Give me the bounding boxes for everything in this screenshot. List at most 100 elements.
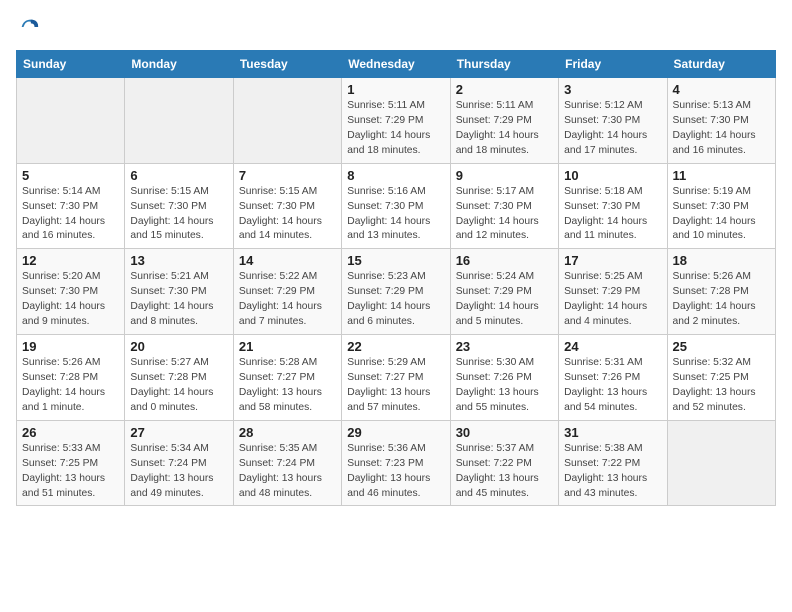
day-info: Sunrise: 5:28 AM Sunset: 7:27 PM Dayligh… xyxy=(239,356,336,416)
day-number: 6 xyxy=(130,168,227,183)
day-number: 8 xyxy=(347,168,444,183)
calendar-cell: 19 Sunrise: 5:26 AM Sunset: 7:28 PM Dayli… xyxy=(17,335,125,421)
day-number: 19 xyxy=(22,339,119,354)
col-header-tuesday: Tuesday xyxy=(233,51,341,78)
day-info: Sunrise: 5:13 AM Sunset: 7:30 PM Dayligh… xyxy=(673,99,770,159)
day-number: 17 xyxy=(564,253,661,268)
day-number: 20 xyxy=(130,339,227,354)
calendar-cell: 27 Sunrise: 5:34 AM Sunset: 7:24 PM Dayli… xyxy=(125,420,233,506)
day-number: 1 xyxy=(347,82,444,97)
day-number: 24 xyxy=(564,339,661,354)
col-header-saturday: Saturday xyxy=(667,51,775,78)
calendar-cell: 9 Sunrise: 5:17 AM Sunset: 7:30 PM Daylig… xyxy=(450,163,558,249)
day-info: Sunrise: 5:15 AM Sunset: 7:30 PM Dayligh… xyxy=(239,185,336,245)
day-info: Sunrise: 5:21 AM Sunset: 7:30 PM Dayligh… xyxy=(130,270,227,330)
day-number: 27 xyxy=(130,425,227,440)
calendar-cell: 10 Sunrise: 5:18 AM Sunset: 7:30 PM Dayli… xyxy=(559,163,667,249)
day-info: Sunrise: 5:29 AM Sunset: 7:27 PM Dayligh… xyxy=(347,356,444,416)
day-info: Sunrise: 5:22 AM Sunset: 7:29 PM Dayligh… xyxy=(239,270,336,330)
day-info: Sunrise: 5:34 AM Sunset: 7:24 PM Dayligh… xyxy=(130,442,227,502)
calendar-table: SundayMondayTuesdayWednesdayThursdayFrid… xyxy=(16,50,776,506)
day-info: Sunrise: 5:33 AM Sunset: 7:25 PM Dayligh… xyxy=(22,442,119,502)
calendar-week-4: 19 Sunrise: 5:26 AM Sunset: 7:28 PM Dayli… xyxy=(17,335,776,421)
col-header-thursday: Thursday xyxy=(450,51,558,78)
page-header xyxy=(16,16,776,38)
day-info: Sunrise: 5:15 AM Sunset: 7:30 PM Dayligh… xyxy=(130,185,227,245)
day-info: Sunrise: 5:20 AM Sunset: 7:30 PM Dayligh… xyxy=(22,270,119,330)
calendar-week-5: 26 Sunrise: 5:33 AM Sunset: 7:25 PM Dayli… xyxy=(17,420,776,506)
day-number: 25 xyxy=(673,339,770,354)
logo-icon xyxy=(18,16,40,38)
col-header-monday: Monday xyxy=(125,51,233,78)
calendar-week-3: 12 Sunrise: 5:20 AM Sunset: 7:30 PM Dayli… xyxy=(17,249,776,335)
day-number: 23 xyxy=(456,339,553,354)
calendar-cell: 11 Sunrise: 5:19 AM Sunset: 7:30 PM Dayli… xyxy=(667,163,775,249)
day-number: 30 xyxy=(456,425,553,440)
day-number: 7 xyxy=(239,168,336,183)
day-number: 11 xyxy=(673,168,770,183)
day-number: 21 xyxy=(239,339,336,354)
calendar-cell: 6 Sunrise: 5:15 AM Sunset: 7:30 PM Daylig… xyxy=(125,163,233,249)
day-info: Sunrise: 5:26 AM Sunset: 7:28 PM Dayligh… xyxy=(673,270,770,330)
day-info: Sunrise: 5:18 AM Sunset: 7:30 PM Dayligh… xyxy=(564,185,661,245)
day-number: 28 xyxy=(239,425,336,440)
day-info: Sunrise: 5:12 AM Sunset: 7:30 PM Dayligh… xyxy=(564,99,661,159)
day-info: Sunrise: 5:24 AM Sunset: 7:29 PM Dayligh… xyxy=(456,270,553,330)
calendar-week-1: 1 Sunrise: 5:11 AM Sunset: 7:29 PM Daylig… xyxy=(17,78,776,164)
calendar-cell: 24 Sunrise: 5:31 AM Sunset: 7:26 PM Dayli… xyxy=(559,335,667,421)
calendar-cell: 23 Sunrise: 5:30 AM Sunset: 7:26 PM Dayli… xyxy=(450,335,558,421)
calendar-cell: 31Sunrise: 5:38 AM Sunset: 7:22 PM Dayli… xyxy=(559,420,667,506)
calendar-cell xyxy=(17,78,125,164)
day-info: Sunrise: 5:14 AM Sunset: 7:30 PM Dayligh… xyxy=(22,185,119,245)
calendar-cell: 14 Sunrise: 5:22 AM Sunset: 7:29 PM Dayli… xyxy=(233,249,341,335)
day-number: 10 xyxy=(564,168,661,183)
day-info: Sunrise: 5:25 AM Sunset: 7:29 PM Dayligh… xyxy=(564,270,661,330)
day-info: Sunrise: 5:17 AM Sunset: 7:30 PM Dayligh… xyxy=(456,185,553,245)
day-number: 9 xyxy=(456,168,553,183)
calendar-cell: 18Sunrise: 5:26 AM Sunset: 7:28 PM Dayli… xyxy=(667,249,775,335)
day-info: Sunrise: 5:36 AM Sunset: 7:23 PM Dayligh… xyxy=(347,442,444,502)
day-number: 16 xyxy=(456,253,553,268)
calendar-cell xyxy=(667,420,775,506)
calendar-cell: 16 Sunrise: 5:24 AM Sunset: 7:29 PM Dayli… xyxy=(450,249,558,335)
logo xyxy=(16,16,40,38)
day-number: 12 xyxy=(22,253,119,268)
day-number: 3 xyxy=(564,82,661,97)
calendar-cell: 7 Sunrise: 5:15 AM Sunset: 7:30 PM Daylig… xyxy=(233,163,341,249)
day-number: 29 xyxy=(347,425,444,440)
calendar-cell: 5 Sunrise: 5:14 AM Sunset: 7:30 PM Daylig… xyxy=(17,163,125,249)
calendar-cell: 20Sunrise: 5:27 AM Sunset: 7:28 PM Dayli… xyxy=(125,335,233,421)
calendar-cell: 3 Sunrise: 5:12 AM Sunset: 7:30 PM Daylig… xyxy=(559,78,667,164)
day-info: Sunrise: 5:19 AM Sunset: 7:30 PM Dayligh… xyxy=(673,185,770,245)
col-header-friday: Friday xyxy=(559,51,667,78)
day-info: Sunrise: 5:11 AM Sunset: 7:29 PM Dayligh… xyxy=(347,99,444,159)
day-info: Sunrise: 5:31 AM Sunset: 7:26 PM Dayligh… xyxy=(564,356,661,416)
day-info: Sunrise: 5:37 AM Sunset: 7:22 PM Dayligh… xyxy=(456,442,553,502)
day-number: 5 xyxy=(22,168,119,183)
day-info: Sunrise: 5:26 AM Sunset: 7:28 PM Dayligh… xyxy=(22,356,119,416)
day-number: 13 xyxy=(130,253,227,268)
day-number: 15 xyxy=(347,253,444,268)
col-header-sunday: Sunday xyxy=(17,51,125,78)
day-info: Sunrise: 5:35 AM Sunset: 7:24 PM Dayligh… xyxy=(239,442,336,502)
calendar-cell: 21 Sunrise: 5:28 AM Sunset: 7:27 PM Dayli… xyxy=(233,335,341,421)
day-number: 22 xyxy=(347,339,444,354)
calendar-cell: 13 Sunrise: 5:21 AM Sunset: 7:30 PM Dayli… xyxy=(125,249,233,335)
day-number: 4 xyxy=(673,82,770,97)
calendar-cell: 28 Sunrise: 5:35 AM Sunset: 7:24 PM Dayli… xyxy=(233,420,341,506)
calendar-cell: 1 Sunrise: 5:11 AM Sunset: 7:29 PM Daylig… xyxy=(342,78,450,164)
calendar-cell: 2Sunrise: 5:11 AM Sunset: 7:29 PM Daylig… xyxy=(450,78,558,164)
calendar-cell: 15Sunrise: 5:23 AM Sunset: 7:29 PM Dayli… xyxy=(342,249,450,335)
calendar-cell: 22 Sunrise: 5:29 AM Sunset: 7:27 PM Dayli… xyxy=(342,335,450,421)
calendar-cell: 29 Sunrise: 5:36 AM Sunset: 7:23 PM Dayli… xyxy=(342,420,450,506)
calendar-cell: 8 Sunrise: 5:16 AM Sunset: 7:30 PM Daylig… xyxy=(342,163,450,249)
day-number: 26 xyxy=(22,425,119,440)
calendar-cell xyxy=(125,78,233,164)
day-info: Sunrise: 5:16 AM Sunset: 7:30 PM Dayligh… xyxy=(347,185,444,245)
calendar-cell: 17 Sunrise: 5:25 AM Sunset: 7:29 PM Dayli… xyxy=(559,249,667,335)
day-info: Sunrise: 5:11 AM Sunset: 7:29 PM Dayligh… xyxy=(456,99,553,159)
calendar-cell: 30 Sunrise: 5:37 AM Sunset: 7:22 PM Dayli… xyxy=(450,420,558,506)
day-number: 14 xyxy=(239,253,336,268)
day-info: Sunrise: 5:30 AM Sunset: 7:26 PM Dayligh… xyxy=(456,356,553,416)
day-number: 31 xyxy=(564,425,661,440)
